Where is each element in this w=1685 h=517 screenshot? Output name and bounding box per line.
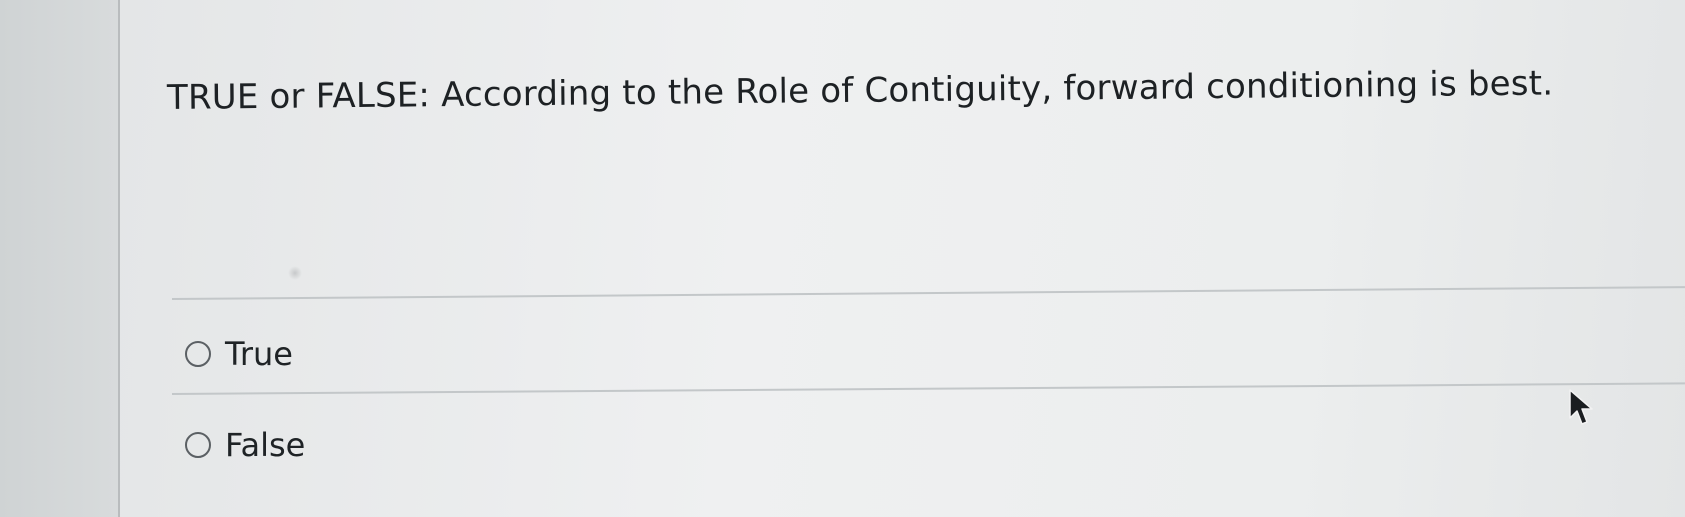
option-true[interactable]: True xyxy=(185,335,293,373)
arrow-cursor-icon xyxy=(1569,389,1593,425)
option-false[interactable]: False xyxy=(185,426,305,464)
radio-unchecked-icon[interactable] xyxy=(185,432,211,458)
radio-unchecked-icon[interactable] xyxy=(185,341,211,367)
screen-smudge xyxy=(288,266,302,280)
option-true-label[interactable]: True xyxy=(225,335,293,373)
left-sidebar-edge xyxy=(0,0,118,517)
option-false-label[interactable]: False xyxy=(225,426,305,464)
